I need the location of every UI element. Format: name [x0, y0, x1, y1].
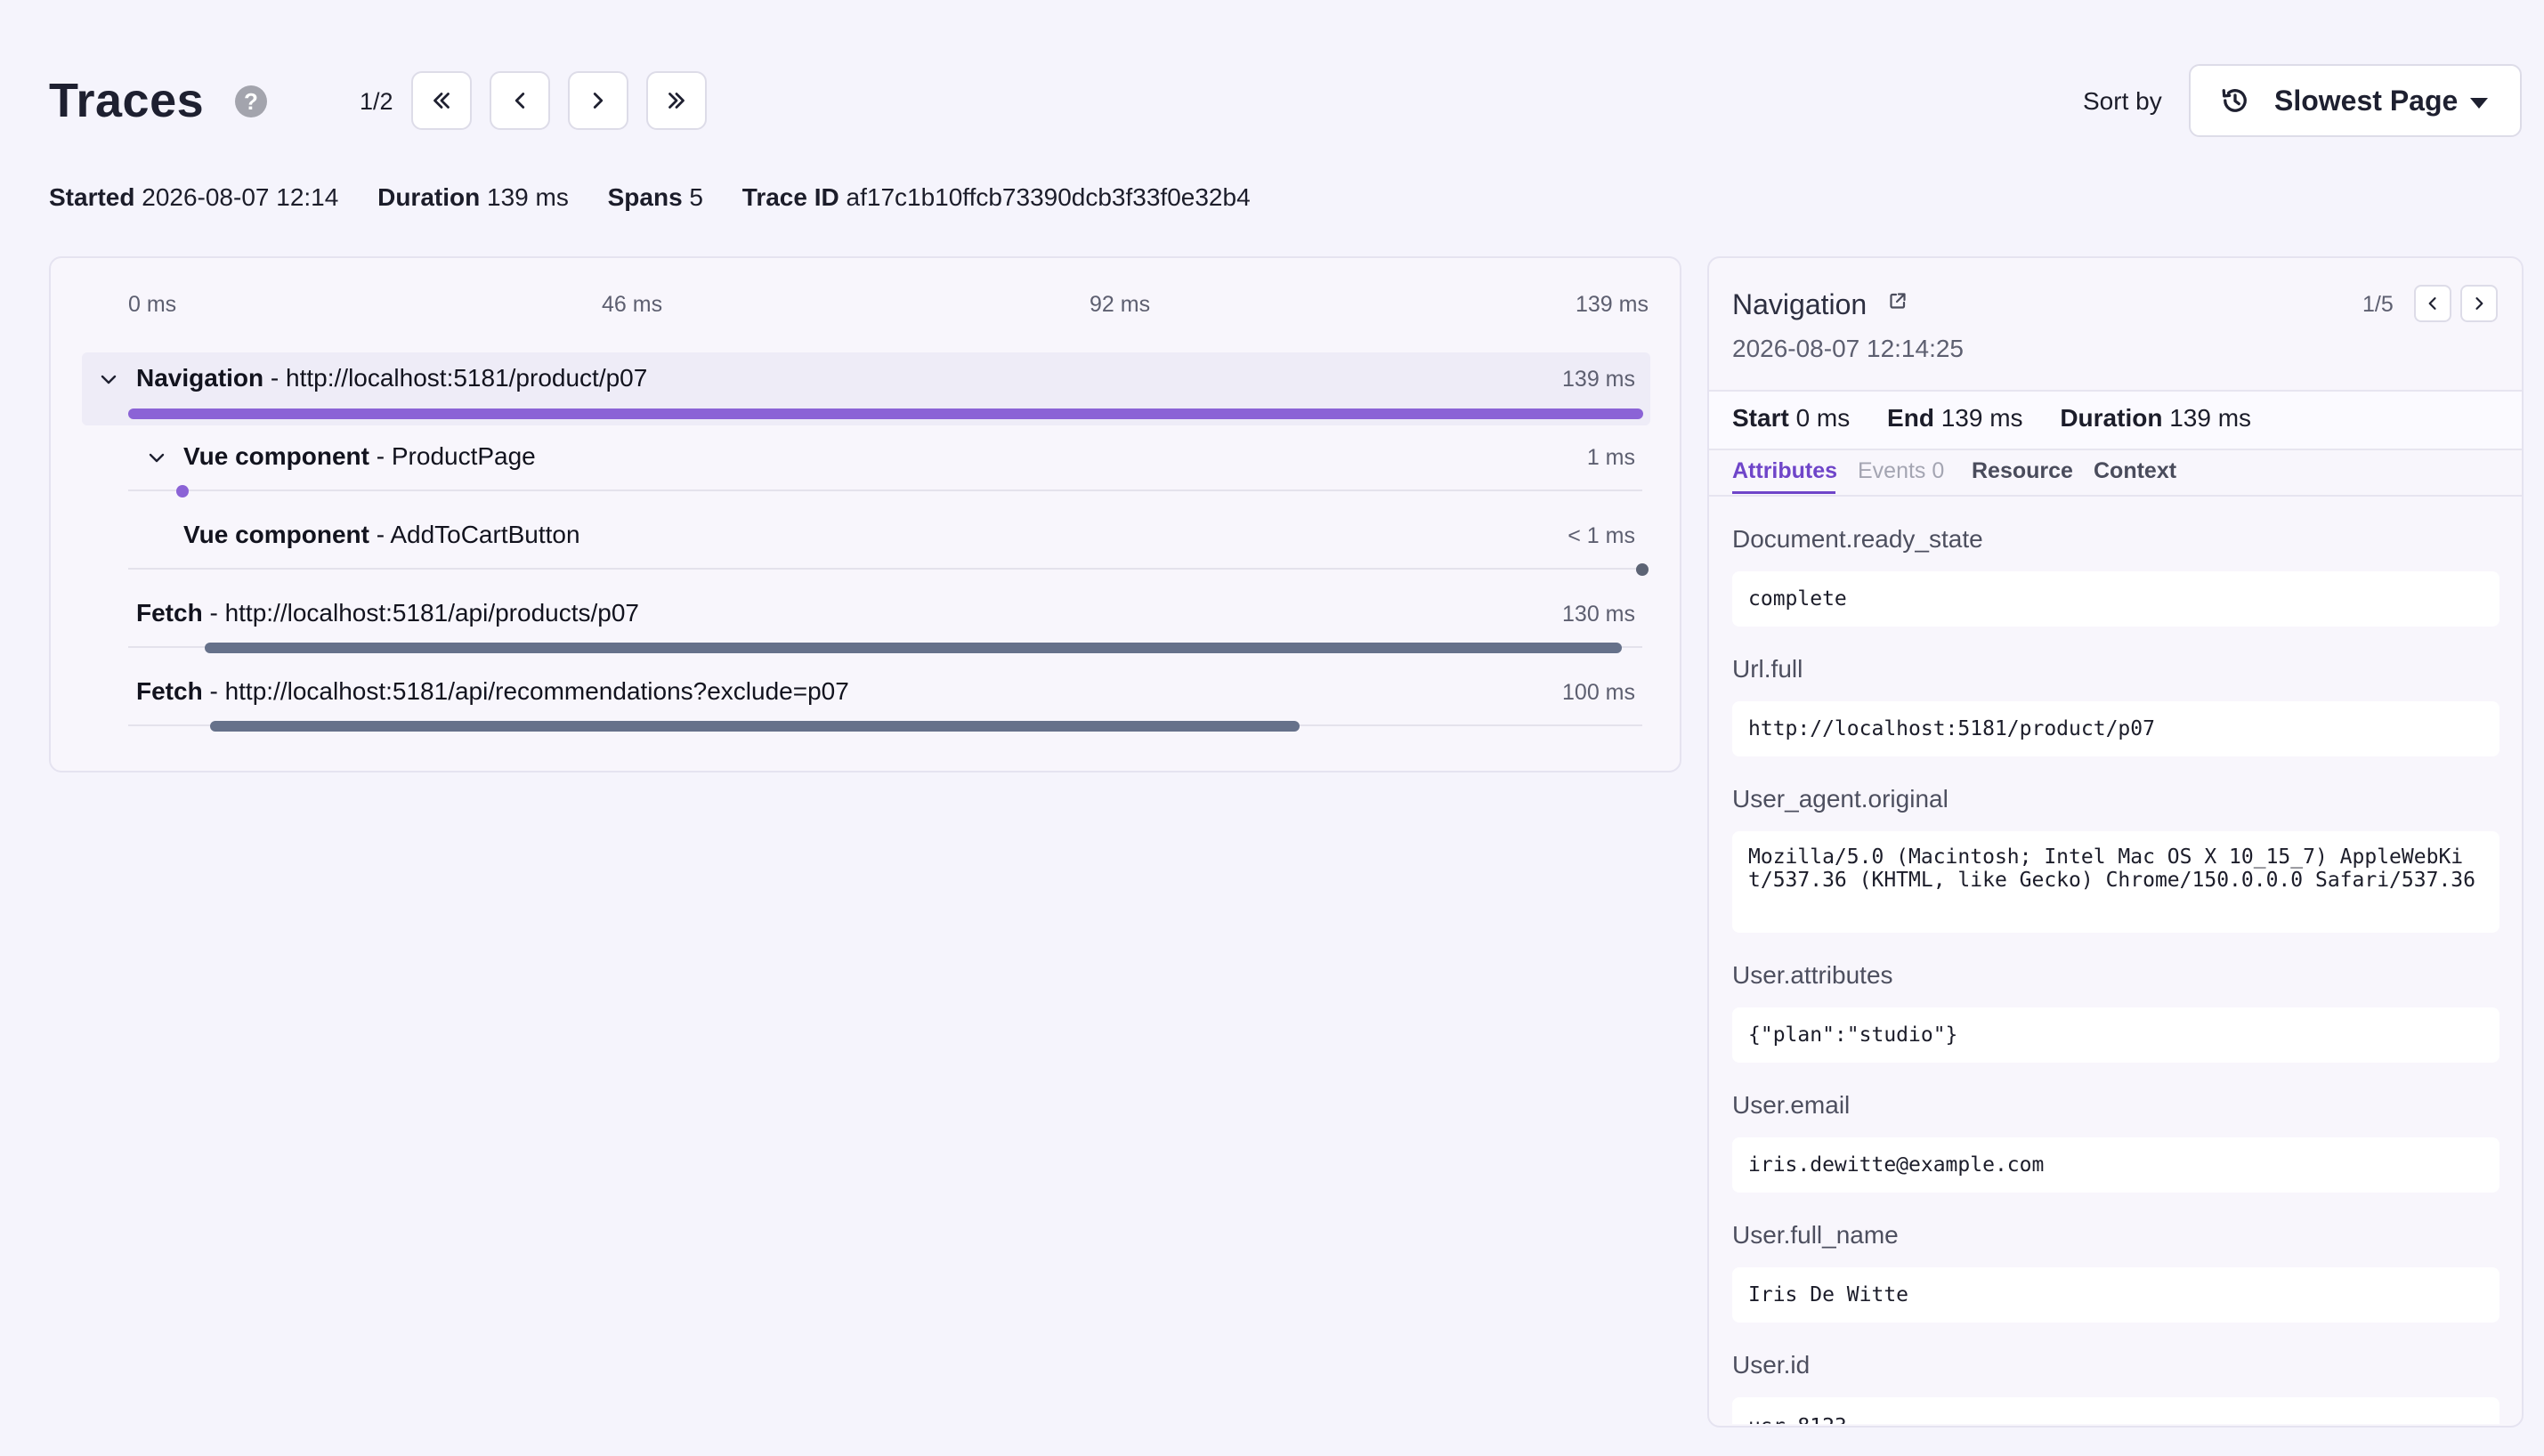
attributes-list: Document.ready_state complete Url.full h… [0, 0, 2544, 1424]
attribute-key: User.attributes [1732, 961, 1893, 989]
attribute-key: Document.ready_state [1732, 525, 1983, 553]
attribute-key: User.email [1732, 1091, 1851, 1119]
attribute-value[interactable]: {"plan":"studio"} [1732, 1007, 2499, 1063]
attribute-value[interactable]: http://localhost:5181/product/p07 [1732, 701, 2499, 756]
attribute-key: User_agent.original [1732, 785, 1949, 813]
attribute-value[interactable]: usr_8123 [1732, 1397, 2499, 1424]
attribute-value[interactable]: Mozilla/5.0 (Macintosh; Intel Mac OS X 1… [1732, 831, 2499, 933]
attribute-value[interactable]: complete [1732, 571, 2499, 627]
attribute-key: User.id [1732, 1351, 1811, 1379]
attribute-value[interactable]: Iris De Witte [1732, 1267, 2499, 1323]
attribute-value[interactable]: iris.dewitte@example.com [1732, 1137, 2499, 1193]
attribute-key: User.full_name [1732, 1221, 1899, 1249]
attribute-key: Url.full [1732, 655, 1803, 683]
